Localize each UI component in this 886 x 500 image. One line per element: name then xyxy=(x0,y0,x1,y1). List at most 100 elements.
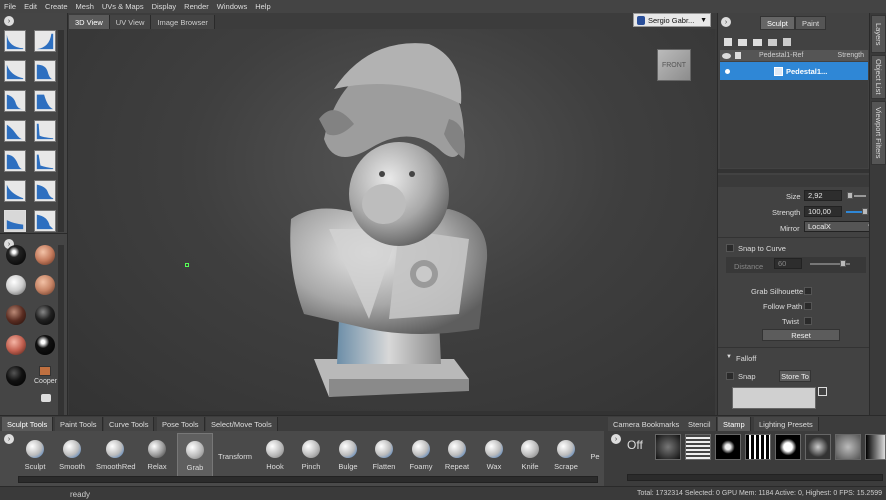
tool-grab[interactable]: Grab xyxy=(177,433,213,477)
curve-preset-4[interactable] xyxy=(34,60,56,82)
material-black-gloss[interactable] xyxy=(6,245,26,265)
stamp-stripes[interactable] xyxy=(745,434,771,460)
curve-preset-2[interactable] xyxy=(34,30,56,52)
tab-camera-bookmarks[interactable]: Camera Bookmarks xyxy=(608,417,686,431)
tool-pinch[interactable]: Pinch xyxy=(293,440,329,471)
curve-preset-13-selected[interactable] xyxy=(4,210,26,232)
stamp-cloud[interactable] xyxy=(805,434,831,460)
curve-preset-12[interactable] xyxy=(34,180,56,202)
side-tab-object-list[interactable]: Object List xyxy=(871,55,886,99)
tab-uv-view[interactable]: UV View xyxy=(109,15,152,29)
menu-windows[interactable]: Windows xyxy=(217,2,247,11)
folder-add-icon[interactable] xyxy=(753,38,762,46)
tab-stencil[interactable]: Stencil xyxy=(683,417,717,431)
strength-field[interactable]: 100,00 xyxy=(804,206,842,217)
menu-help[interactable]: Help xyxy=(255,2,270,11)
tool-repeat[interactable]: Repeat xyxy=(439,440,475,471)
grab-silhouette-checkbox[interactable] xyxy=(804,287,812,295)
material-gloss-black[interactable] xyxy=(35,335,55,355)
tool-pe-partial[interactable]: Pe xyxy=(588,452,602,461)
tab-curve-tools[interactable]: Curve Tools xyxy=(104,417,155,431)
distance-slider-knob[interactable] xyxy=(840,260,846,267)
tool-smooth[interactable]: Smooth xyxy=(54,440,90,471)
curve-preset-10[interactable] xyxy=(34,150,56,172)
curve-preset-1[interactable] xyxy=(4,30,26,52)
tab-paint-tools[interactable]: Paint Tools xyxy=(55,417,103,431)
tab-sculpt-tools[interactable]: Sculpt Tools xyxy=(2,417,54,431)
follow-path-checkbox[interactable] xyxy=(804,302,812,310)
material-white[interactable] xyxy=(6,275,26,295)
curve-preset-11[interactable] xyxy=(4,180,26,202)
curve-preset-5[interactable] xyxy=(4,90,26,112)
tab-3d-view[interactable]: 3D View xyxy=(69,15,110,29)
snap-to-curve-checkbox[interactable] xyxy=(726,244,734,252)
tool-wax[interactable]: Wax xyxy=(476,440,512,471)
menu-display[interactable]: Display xyxy=(152,2,177,11)
material-black[interactable] xyxy=(35,305,55,325)
user-account-dropdown[interactable]: Sergio Gabr... ▼ xyxy=(633,13,711,27)
curve-preset-3[interactable] xyxy=(4,60,26,82)
tab-sculpt[interactable]: Sculpt xyxy=(760,16,795,30)
stamp-partial[interactable] xyxy=(865,434,886,460)
material-dark-skin[interactable] xyxy=(6,305,26,325)
tab-pose-tools[interactable]: Pose Tools xyxy=(157,417,205,431)
tab-select-move-tools[interactable]: Select/Move Tools xyxy=(206,417,278,431)
tab-paint[interactable]: Paint xyxy=(795,16,827,30)
material-red-skin[interactable] xyxy=(6,335,26,355)
collapse-panel-icon[interactable]: › xyxy=(721,17,731,27)
falloff-curve-preview[interactable] xyxy=(732,387,816,409)
panel-splitter[interactable] xyxy=(718,169,870,173)
size-slider-track[interactable] xyxy=(854,195,866,197)
tool-flatten[interactable]: Flatten xyxy=(366,440,402,471)
side-tab-layers[interactable]: Layers xyxy=(871,15,886,53)
tool-knife[interactable]: Knife xyxy=(512,440,548,471)
tool-hook[interactable]: Hook xyxy=(257,440,293,471)
strength-slider-knob[interactable] xyxy=(862,208,868,215)
size-field[interactable]: 2,92 xyxy=(804,190,842,201)
tool-foamy[interactable]: Foamy xyxy=(403,440,439,471)
stamp-blot[interactable] xyxy=(775,434,801,460)
stamp-splat[interactable] xyxy=(715,434,741,460)
tool-scrape[interactable]: Scrape xyxy=(548,440,584,471)
new-file-icon[interactable] xyxy=(724,38,732,46)
stamp-off[interactable]: Off xyxy=(627,438,643,452)
sculpt-bust-model[interactable] xyxy=(69,29,715,411)
eye-icon[interactable] xyxy=(722,52,731,59)
stamp-noise-2[interactable] xyxy=(835,434,861,460)
menu-mesh[interactable]: Mesh xyxy=(76,2,94,11)
tools-tray-toggle-icon[interactable]: › xyxy=(4,434,14,444)
speech-bubble-icon[interactable] xyxy=(41,394,51,402)
merge-icon[interactable] xyxy=(768,38,777,46)
tool-sculpt[interactable]: Sculpt xyxy=(17,440,53,471)
menu-create[interactable]: Create xyxy=(45,2,68,11)
reset-button[interactable]: Reset xyxy=(762,329,840,341)
stamp-noise-1[interactable] xyxy=(655,434,681,460)
lock-icon[interactable] xyxy=(735,52,741,59)
material-tray-scrollbar[interactable] xyxy=(58,245,64,415)
tab-lighting-presets[interactable]: Lighting Presets xyxy=(754,417,819,431)
mirror-select[interactable]: LocalX ▼ xyxy=(804,221,876,232)
tab-stamp[interactable]: Stamp xyxy=(718,417,751,431)
falloff-expand-icon[interactable]: ▼ xyxy=(726,354,732,360)
curve-preset-7[interactable] xyxy=(4,120,26,142)
menu-edit[interactable]: Edit xyxy=(24,2,37,11)
visible-dot-icon[interactable] xyxy=(725,68,730,74)
menu-uvs-maps[interactable]: UVs & Maps xyxy=(102,2,144,11)
twist-checkbox[interactable] xyxy=(804,317,812,325)
stamp-grid[interactable] xyxy=(685,434,711,460)
tools-scrollbar[interactable] xyxy=(18,476,598,483)
curve-preset-9[interactable] xyxy=(4,150,26,172)
curve-preset-6[interactable] xyxy=(34,90,56,112)
menu-render[interactable]: Render xyxy=(184,2,209,11)
curve-preset-8[interactable] xyxy=(34,120,56,142)
store-to-button[interactable]: Store To xyxy=(779,370,811,382)
tab-image-browser[interactable]: Image Browser xyxy=(151,15,215,29)
tool-bulge[interactable]: Bulge xyxy=(330,440,366,471)
snap-checkbox[interactable] xyxy=(726,372,734,380)
tool-relax[interactable]: Relax xyxy=(139,440,175,471)
curve-tray-scrollbar[interactable] xyxy=(58,30,64,232)
layer-row-selected[interactable]: Pedestal1... xyxy=(720,62,868,80)
curve-preset-14[interactable] xyxy=(34,210,56,232)
material-cooper-icon[interactable] xyxy=(39,366,51,376)
size-slider-knob[interactable] xyxy=(847,192,853,199)
